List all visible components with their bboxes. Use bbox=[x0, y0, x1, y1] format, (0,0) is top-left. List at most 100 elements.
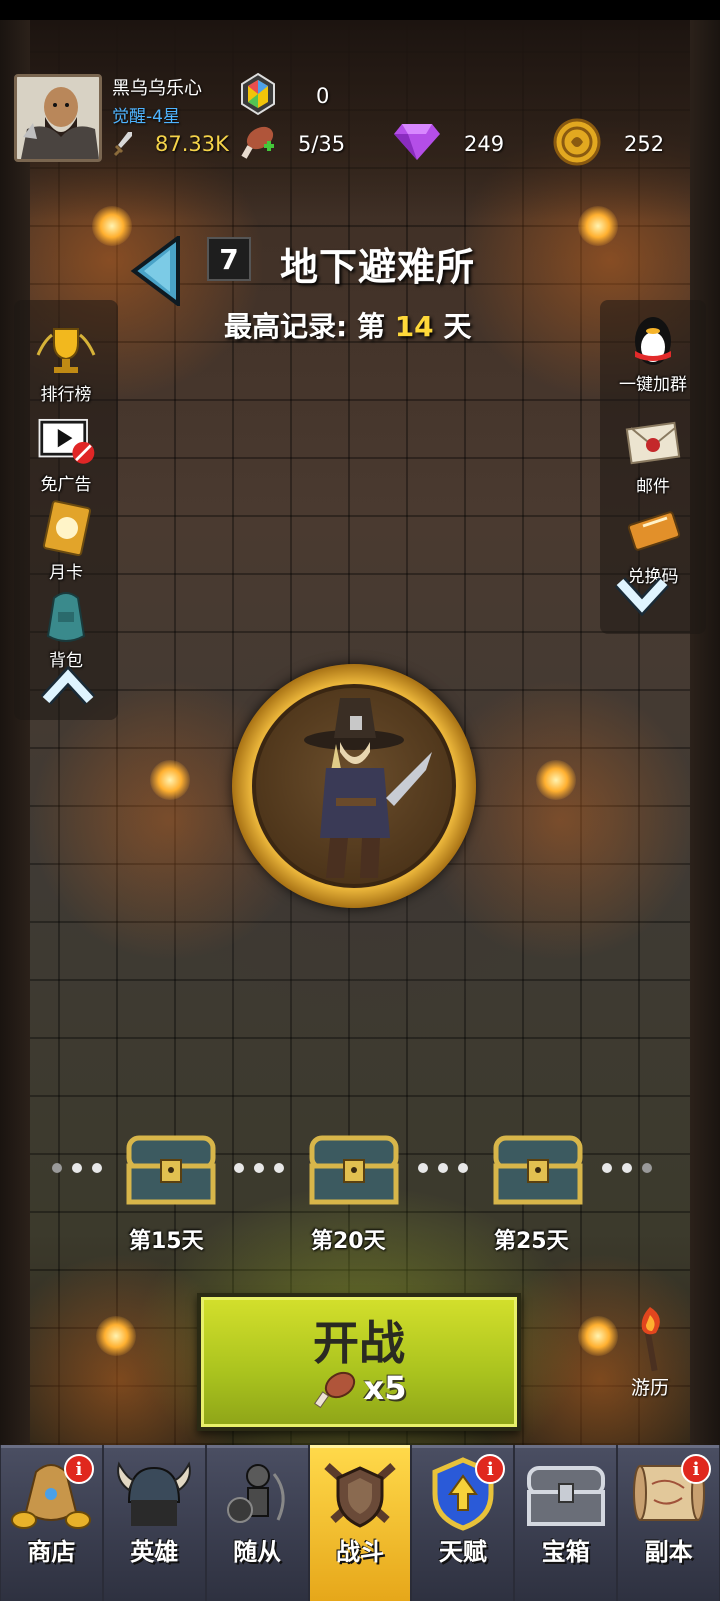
right-menu-label-1: 邮件 bbox=[636, 477, 670, 497]
treasure-chest-icon bbox=[126, 1135, 216, 1205]
torch-icon bbox=[92, 206, 132, 246]
torch-icon bbox=[536, 760, 576, 800]
left-menu-label-0: 排行榜 bbox=[40, 385, 92, 405]
progress-dot bbox=[72, 1163, 82, 1173]
torch-staff-icon bbox=[641, 1307, 660, 1372]
progress-dot bbox=[254, 1163, 264, 1173]
best-record: 最高记录: 第 14 天 bbox=[224, 305, 471, 345]
nav-label-dungeon: 副本 bbox=[644, 1538, 693, 1566]
witch-hunter-hero-icon bbox=[304, 698, 432, 878]
tab-battle[interactable]: 战斗 bbox=[309, 1445, 411, 1601]
left-menu-label-1: 免广告 bbox=[40, 475, 92, 495]
milestone-chest-20[interactable] bbox=[308, 1132, 400, 1206]
qq-penguin-icon bbox=[621, 312, 685, 368]
torch-icon bbox=[578, 206, 618, 246]
no-ads-button[interactable]: 免广告 bbox=[16, 412, 116, 495]
notification-badge: i bbox=[63, 1454, 94, 1484]
nav-label-shop: 商店 bbox=[27, 1538, 76, 1566]
progress-dots bbox=[418, 1163, 468, 1173]
record-prefix: 最高记录: 第 bbox=[224, 310, 385, 343]
power-value: 87.33K bbox=[155, 132, 229, 156]
warrior-portrait-icon bbox=[17, 77, 99, 159]
tab-followers[interactable]: 随从 bbox=[206, 1445, 308, 1601]
tab-shop[interactable]: 商店 i bbox=[1, 1445, 102, 1601]
progress-dot bbox=[458, 1163, 468, 1173]
milestone-label-0: 第15天 bbox=[129, 1229, 204, 1254]
chevron-up-icon bbox=[40, 665, 96, 705]
no-ads-icon bbox=[34, 412, 98, 468]
redeem-code-button[interactable]: 兑换码 bbox=[603, 504, 703, 587]
status-bar bbox=[0, 0, 720, 20]
milestone-label-1: 第20天 bbox=[311, 1229, 386, 1254]
player-rank: 觉醒-4星 bbox=[112, 107, 180, 127]
dungeon-wall-top bbox=[0, 20, 720, 220]
viking-helmet-icon bbox=[109, 1454, 199, 1534]
join-group-button[interactable]: 一键加群 bbox=[603, 312, 703, 395]
progress-dot bbox=[622, 1163, 632, 1173]
progress-dot bbox=[418, 1163, 428, 1173]
collapse-left-menu-button[interactable] bbox=[40, 665, 96, 706]
progress-dot bbox=[438, 1163, 448, 1173]
nav-label-heroes: 英雄 bbox=[130, 1538, 179, 1566]
record-day: 14 bbox=[394, 310, 434, 343]
stage-number: 7 bbox=[207, 237, 251, 281]
treasure-chest-icon bbox=[493, 1135, 583, 1205]
left-arrow-icon bbox=[130, 234, 180, 308]
progress-dot bbox=[274, 1163, 284, 1173]
chevron-down-icon bbox=[614, 577, 670, 617]
tab-chest[interactable]: 宝箱 bbox=[515, 1445, 617, 1601]
milestone-chest-25[interactable] bbox=[492, 1132, 584, 1206]
sword-icon bbox=[112, 130, 134, 158]
player-name: 黑乌乌乐心 bbox=[112, 78, 202, 99]
nav-label-chest: 宝箱 bbox=[541, 1538, 590, 1566]
monthly-card-icon bbox=[34, 500, 98, 556]
tab-talent[interactable]: 天赋 i bbox=[412, 1445, 514, 1601]
meat-icon bbox=[313, 1371, 355, 1409]
progress-dot bbox=[234, 1163, 244, 1173]
notification-badge: i bbox=[681, 1454, 712, 1484]
progress-dot bbox=[92, 1163, 102, 1173]
torch-icon bbox=[96, 1316, 136, 1356]
coin-count: 252 bbox=[624, 132, 665, 156]
travel-button[interactable]: 游历 bbox=[600, 1303, 700, 1400]
dungeon-wall-left bbox=[0, 20, 30, 1445]
leaderboard-button[interactable]: 排行榜 bbox=[16, 322, 116, 405]
progress-dots bbox=[52, 1163, 102, 1173]
progress-dot bbox=[642, 1163, 652, 1173]
expand-right-menu-button[interactable] bbox=[614, 576, 670, 617]
nav-label-talent: 天赋 bbox=[438, 1538, 487, 1566]
diamond-icon[interactable] bbox=[392, 120, 442, 162]
gold-coin-icon[interactable] bbox=[553, 118, 601, 166]
tab-heroes[interactable]: 英雄 bbox=[103, 1445, 205, 1601]
ticket-icon bbox=[621, 504, 685, 560]
previous-stage-button[interactable] bbox=[130, 234, 182, 308]
stamina-count: 5/35 bbox=[298, 132, 346, 156]
start-battle-cost: x5 bbox=[201, 1367, 517, 1409]
progress-dot bbox=[52, 1163, 62, 1173]
hero-portrait[interactable] bbox=[252, 684, 456, 888]
nav-label-followers: 随从 bbox=[233, 1538, 282, 1566]
bottom-nav: 商店 i 英雄 随从 战斗 天赋 i 宝箱 副本 i bbox=[0, 1445, 720, 1601]
player-avatar[interactable] bbox=[14, 74, 102, 162]
tab-dungeon[interactable]: 副本 i bbox=[618, 1445, 720, 1601]
record-suffix: 天 bbox=[443, 310, 472, 343]
meat-stamina-icon[interactable] bbox=[238, 124, 278, 162]
gem-count: 0 bbox=[316, 84, 330, 108]
start-battle-button[interactable]: 开战 x5 bbox=[197, 1293, 521, 1431]
mail-icon bbox=[621, 414, 685, 470]
dungeon-wall-right bbox=[690, 20, 720, 1445]
mail-button[interactable]: 邮件 bbox=[603, 414, 703, 497]
backpack-button[interactable]: 背包 bbox=[16, 588, 116, 671]
silver-chest-icon bbox=[521, 1454, 611, 1534]
start-cost-value: x5 bbox=[363, 1369, 407, 1407]
progress-dots bbox=[602, 1163, 652, 1173]
trophy-icon bbox=[34, 322, 98, 378]
backpack-icon bbox=[34, 588, 98, 644]
torch-icon bbox=[150, 760, 190, 800]
travel-label: 游历 bbox=[630, 1377, 669, 1399]
start-battle-label: 开战 bbox=[313, 1316, 405, 1370]
skeleton-follower-icon bbox=[212, 1454, 302, 1534]
rainbow-gem-icon bbox=[240, 72, 276, 116]
monthly-card-button[interactable]: 月卡 bbox=[16, 500, 116, 583]
milestone-chest-15[interactable] bbox=[125, 1132, 217, 1206]
